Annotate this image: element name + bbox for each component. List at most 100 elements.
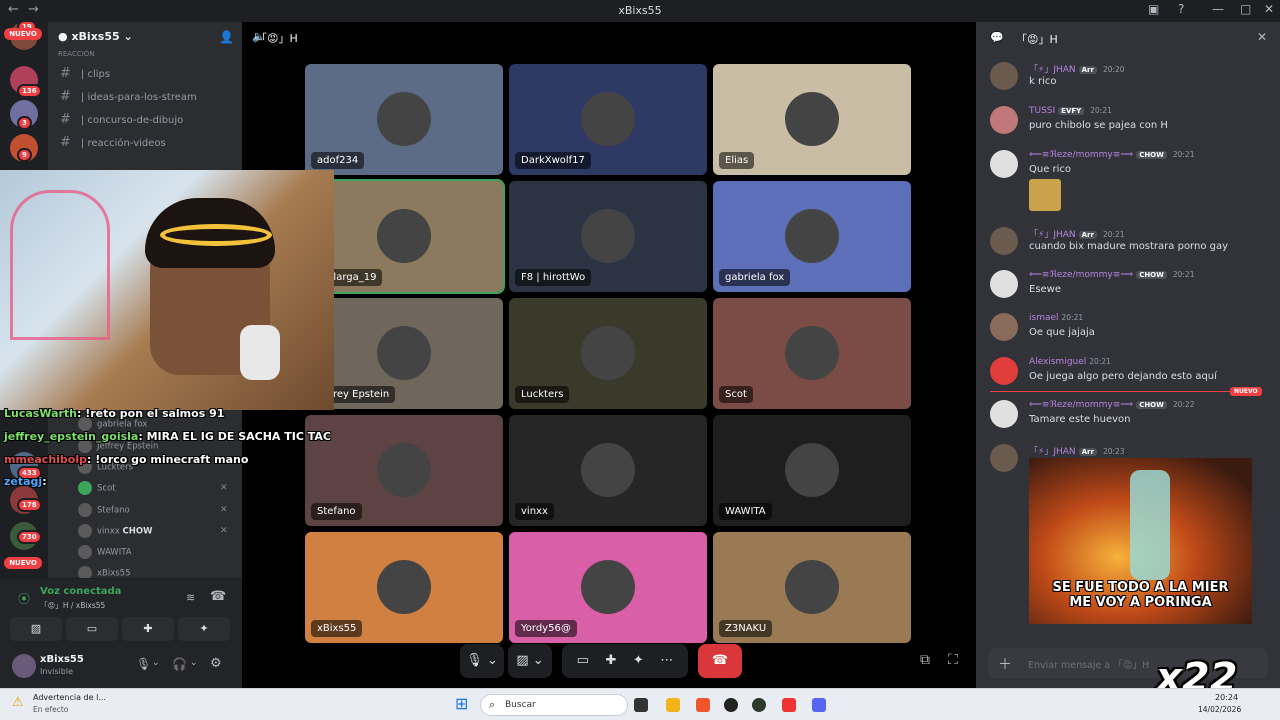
- channel-ideas[interactable]: # | ideas-para-los-stream: [60, 89, 197, 104]
- guild-tag: EVFY: [1058, 107, 1085, 115]
- screen-share-icon[interactable]: ▭: [577, 653, 589, 668]
- soundboard-button[interactable]: ✦: [178, 617, 230, 641]
- message-author[interactable]: TUSSI: [1029, 106, 1055, 116]
- participant-name: adof234: [311, 152, 365, 169]
- camera-button[interactable]: ▨ ⌄: [508, 644, 552, 678]
- windows-start-icon[interactable]: ⊞: [455, 694, 468, 713]
- discord-icon[interactable]: [812, 698, 826, 712]
- participant-tile[interactable]: DarkXwolf17: [509, 64, 707, 175]
- headphones-icon[interactable]: 🎧: [172, 657, 187, 671]
- participant-tile[interactable]: vinxx: [509, 415, 707, 526]
- channel-clips[interactable]: # | clips: [60, 66, 110, 81]
- participant-tile[interactable]: Luckters: [509, 298, 707, 409]
- maximize-icon[interactable]: □: [1240, 2, 1251, 16]
- app-icon[interactable]: [724, 698, 738, 712]
- avatar: [785, 209, 839, 263]
- avatar[interactable]: [990, 444, 1018, 472]
- message-author[interactable]: ⟸≡ℜeze/mommy≡⟹: [1029, 150, 1133, 160]
- avatar[interactable]: [990, 400, 1018, 428]
- search-label: Buscar: [505, 700, 536, 710]
- activities-button[interactable]: ✚: [122, 617, 174, 641]
- camera-toggle-button[interactable]: ▨: [10, 617, 62, 641]
- clock-time[interactable]: 20:24: [1215, 693, 1238, 702]
- chevron-down-icon[interactable]: ⌄: [190, 658, 198, 668]
- voice-member[interactable]: vinxx CHOW: [78, 524, 153, 538]
- avatar[interactable]: [990, 270, 1018, 298]
- message-author[interactable]: Alexismiguel: [1029, 357, 1086, 367]
- participant-tile[interactable]: rgalarga_19: [303, 179, 505, 294]
- participant-tile[interactable]: gabriela fox: [713, 181, 911, 292]
- sticker-image[interactable]: [1029, 179, 1061, 211]
- muted-icon: ✕: [220, 483, 228, 493]
- participant-tile[interactable]: F8 | hirottWo: [509, 181, 707, 292]
- avatar[interactable]: [990, 313, 1018, 341]
- app-icon[interactable]: [782, 698, 796, 712]
- stream-chat-line: jeffrey_epstein_goisla: MIRA EL IG DE SA…: [4, 430, 331, 443]
- message-author[interactable]: ⟸≡ℜeze/mommy≡⟹: [1029, 270, 1133, 280]
- chevron-down-icon[interactable]: ⌄: [152, 658, 160, 668]
- activities-icon[interactable]: ✚: [605, 653, 616, 668]
- notification-title[interactable]: Advertencia de l...: [33, 693, 106, 702]
- plus-icon[interactable]: ＋: [998, 654, 1012, 674]
- participant-tile[interactable]: Jeffrey Epstein: [305, 298, 503, 409]
- xbox-icon[interactable]: [752, 698, 766, 712]
- gear-icon[interactable]: ⚙: [210, 656, 222, 671]
- microphone-icon[interactable]: 🎙: [136, 657, 151, 671]
- message-author[interactable]: 「⚡」JHAN: [1029, 447, 1076, 457]
- participant-name: WAWITA: [719, 503, 772, 520]
- participant-tile[interactable]: Elias: [713, 64, 911, 175]
- message-author[interactable]: ismael: [1029, 313, 1059, 323]
- soundboard-icon[interactable]: ≋: [186, 591, 195, 604]
- screen-share-button[interactable]: ▭: [66, 617, 118, 641]
- minimize-icon[interactable]: —: [1212, 2, 1224, 16]
- channel-reaccion[interactable]: # | reacción-videos: [60, 135, 166, 150]
- avatar[interactable]: [990, 150, 1018, 178]
- avatar[interactable]: [990, 357, 1018, 385]
- more-icon[interactable]: ⋯: [660, 653, 673, 668]
- participant-tile[interactable]: WAWITA: [713, 415, 911, 526]
- participant-tile[interactable]: adof234: [305, 64, 503, 175]
- search-box[interactable]: ⌕ Buscar: [480, 694, 628, 716]
- channel-concurso[interactable]: # | concurso-de-dibujo: [60, 112, 183, 127]
- server-name-header[interactable]: ● xBixs55 ⌄: [58, 30, 133, 43]
- message-header: ⟸≡ℜeze/mommy≡⟹ CHOW 20:22: [1029, 400, 1194, 410]
- camera-off-icon: ▨ ⌄: [516, 653, 544, 668]
- message-text: Tamare este huevon: [1029, 414, 1131, 425]
- message-author[interactable]: 「⚡」JHAN: [1029, 230, 1076, 240]
- add-member-icon[interactable]: 👤: [219, 30, 234, 44]
- sparkle-icon[interactable]: ✦: [633, 653, 644, 668]
- avatar[interactable]: [12, 654, 36, 678]
- disconnect-icon[interactable]: ☎: [210, 589, 226, 604]
- disconnect-button[interactable]: ☎: [698, 644, 742, 678]
- message-author[interactable]: 「⚡」JHAN: [1029, 65, 1076, 75]
- close-window-icon[interactable]: ✕: [1264, 2, 1274, 16]
- avatar[interactable]: [990, 227, 1018, 255]
- file-explorer-icon[interactable]: [666, 698, 680, 712]
- help-icon[interactable]: ?: [1178, 2, 1184, 16]
- notification-subtitle: En efecto: [33, 705, 69, 714]
- brave-icon[interactable]: [696, 698, 710, 712]
- participant-tile[interactable]: Scot: [713, 298, 911, 409]
- voice-member[interactable]: Stefano: [78, 503, 130, 517]
- mute-button[interactable]: 🎙 ⌄: [460, 644, 504, 678]
- server-name: xBixs55: [71, 30, 120, 43]
- inbox-icon[interactable]: ▣: [1148, 2, 1159, 16]
- fullscreen-icon[interactable]: ⛶: [948, 652, 958, 668]
- voice-channel[interactable]: 「😡」H / xBixs55: [40, 600, 105, 611]
- message-time: 20:23: [1102, 447, 1125, 456]
- participant-tile[interactable]: Yordy56@: [509, 532, 707, 643]
- participant-tile[interactable]: Z3NAKU: [713, 532, 911, 643]
- popout-icon[interactable]: ⧉: [920, 652, 930, 668]
- close-icon[interactable]: ✕: [1257, 30, 1267, 44]
- task-view-icon[interactable]: [634, 698, 648, 712]
- voice-member[interactable]: WAWITA: [78, 545, 132, 559]
- clock-date[interactable]: 14/02/2026: [1198, 705, 1241, 714]
- avatar[interactable]: [990, 106, 1018, 134]
- wall-drawing: [10, 190, 110, 340]
- message-author[interactable]: ⟸≡ℜeze/mommy≡⟹: [1029, 400, 1133, 410]
- participant-tile[interactable]: Stefano: [305, 415, 503, 526]
- participant-tile[interactable]: xBixs55: [305, 532, 503, 643]
- message-header: 「⚡」JHAN Arr 20:20: [1029, 62, 1125, 75]
- voice-member[interactable]: Scot: [78, 481, 116, 495]
- avatar[interactable]: [990, 62, 1018, 90]
